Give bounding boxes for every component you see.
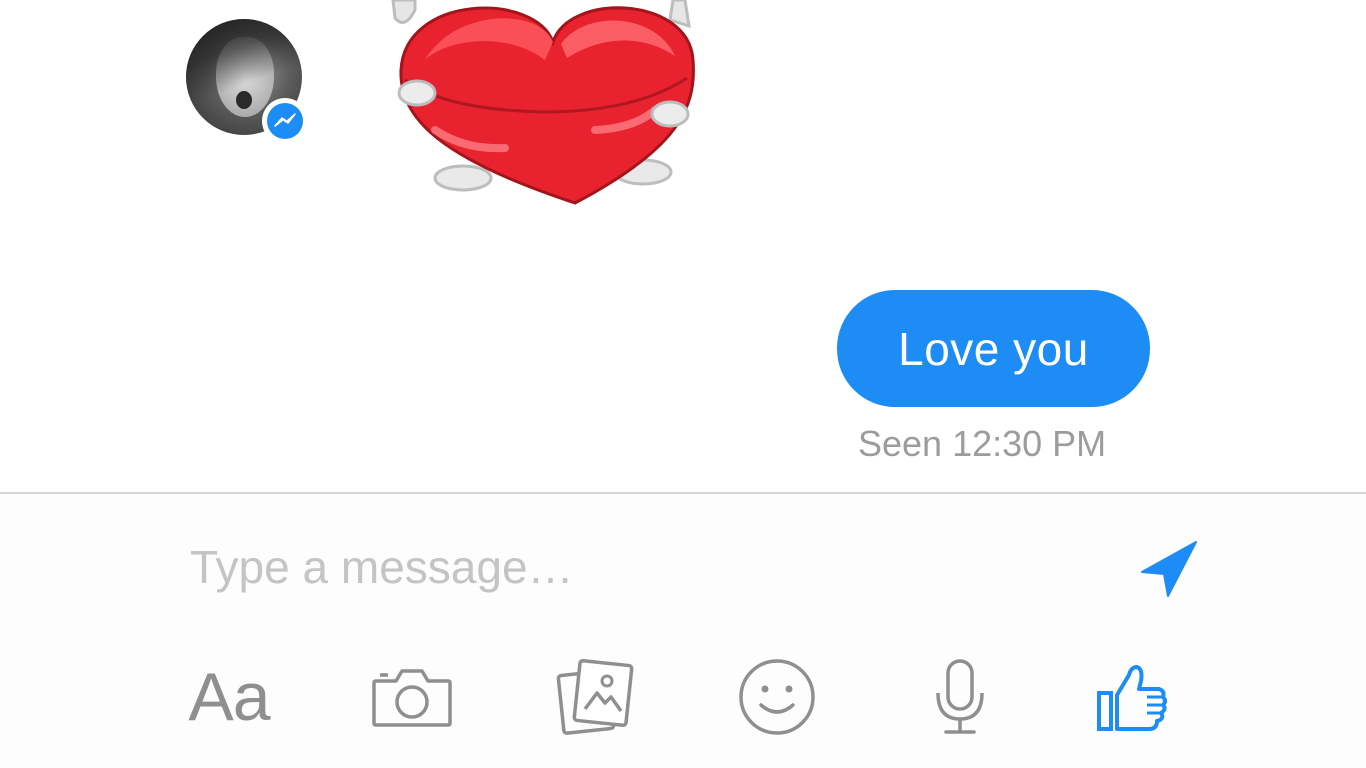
gallery-button[interactable] bbox=[553, 655, 637, 739]
microphone-icon bbox=[936, 659, 984, 734]
conversation-thread[interactable]: Love you Seen 12:30 PM bbox=[0, 0, 1366, 492]
heart-sticker[interactable] bbox=[385, 0, 705, 210]
messenger-badge bbox=[262, 98, 308, 144]
emoji-button[interactable] bbox=[736, 655, 818, 739]
message-input[interactable] bbox=[190, 537, 1090, 597]
emoji-icon bbox=[739, 659, 815, 735]
avatar-mouth bbox=[236, 91, 252, 109]
sent-message-text: Love you bbox=[898, 322, 1089, 375]
photo-gallery-icon bbox=[556, 659, 634, 735]
text-format-button[interactable]: Aa bbox=[184, 655, 274, 739]
sent-message-bubble[interactable]: Love you bbox=[837, 290, 1150, 407]
text-format-icon: Aa bbox=[188, 659, 270, 735]
messenger-bolt-icon bbox=[267, 103, 303, 139]
like-thumb-icon bbox=[1097, 665, 1167, 731]
message-seen-status: Seen 12:30 PM bbox=[858, 423, 1107, 464]
camera-button[interactable] bbox=[368, 655, 456, 739]
voice-button[interactable] bbox=[928, 655, 992, 739]
messenger-chat-screen: Love you Seen 12:30 PM Aa bbox=[0, 0, 1366, 768]
send-button[interactable] bbox=[1134, 534, 1204, 604]
camera-icon bbox=[372, 669, 452, 727]
send-arrow-icon bbox=[1141, 541, 1197, 597]
like-button[interactable] bbox=[1094, 655, 1170, 739]
